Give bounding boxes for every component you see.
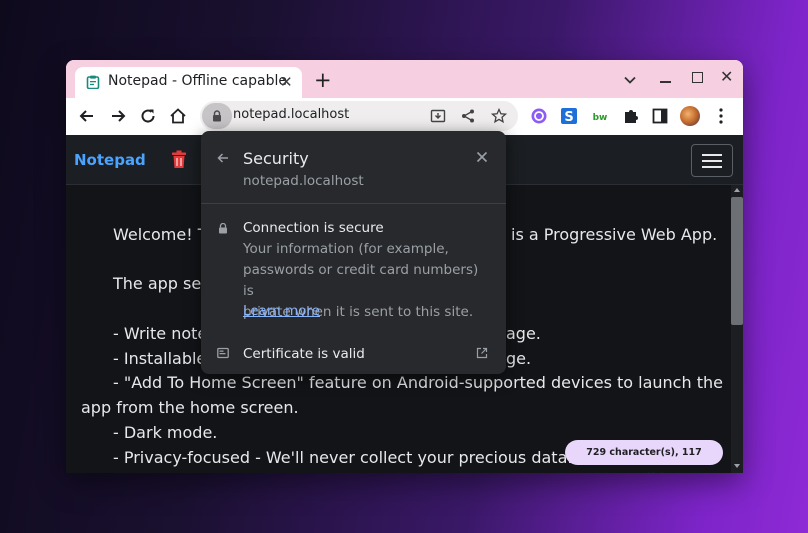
svg-text:bw: bw: [593, 113, 608, 123]
learn-more-link[interactable]: Learn more: [243, 303, 320, 319]
description-line: passwords or credit card numbers) is: [243, 262, 479, 299]
editor-line: - Dark mode.: [113, 423, 218, 442]
share-icon[interactable]: [460, 108, 476, 124]
scroll-down-icon[interactable]: [734, 464, 740, 468]
reload-icon[interactable]: [139, 107, 157, 125]
maximize-icon[interactable]: [692, 72, 703, 83]
close-icon[interactable]: [476, 151, 488, 163]
character-word-counter: 729 character(s), 117 word(s): [565, 440, 723, 473]
back-arrow-icon[interactable]: [217, 152, 229, 164]
hamburger-bar: [702, 154, 722, 156]
editor-line: - Installable: [113, 349, 207, 368]
editor-line: - Write note: [113, 324, 208, 343]
browser-toolbar: notepad.localhost S bw: [66, 98, 743, 135]
tab-notepad[interactable]: Notepad - Offline capable ✕: [75, 67, 302, 98]
lock-icon: [213, 110, 221, 122]
clipboard-icon: [86, 75, 100, 89]
editor-line: Welcome! T: [113, 225, 208, 244]
tab-close-icon[interactable]: ✕: [280, 74, 293, 90]
connection-heading: Connection is secure: [243, 220, 384, 236]
site-info-button[interactable]: [202, 103, 232, 129]
window-close-icon[interactable]: ✕: [720, 68, 733, 86]
extension-circle-icon[interactable]: [530, 107, 548, 125]
editor-line: is a Progressive Web App.: [511, 225, 718, 244]
extension-bw-icon[interactable]: bw: [591, 107, 609, 125]
app-brand[interactable]: Notepad: [74, 151, 146, 169]
more-menu-icon[interactable]: [719, 107, 723, 125]
certificate-icon: [217, 347, 229, 359]
new-tab-icon[interactable]: +: [314, 70, 332, 91]
editor-line: - Privacy-focused - We'll never collect …: [113, 448, 573, 467]
hamburger-bar: [702, 160, 722, 162]
editor-line: The app ser: [113, 274, 208, 293]
menu-toggle-button[interactable]: [691, 144, 733, 177]
lock-icon: [219, 223, 227, 234]
editor-line: - "Add To Home Screen" feature on Androi…: [113, 373, 723, 392]
bookmark-star-icon[interactable]: [491, 108, 507, 124]
tab-strip: Notepad - Offline capable ✕ + ✕: [66, 60, 743, 98]
popup-domain: notepad.localhost: [243, 173, 364, 189]
minimize-icon[interactable]: [660, 81, 671, 83]
address-bar[interactable]: notepad.localhost: [200, 101, 518, 131]
external-link-icon[interactable]: [476, 347, 488, 359]
security-popup: Security notepad.localhost Connection is…: [201, 131, 506, 374]
profile-avatar[interactable]: [680, 106, 700, 126]
divider: [201, 203, 506, 204]
puzzle-extensions-icon[interactable]: [622, 107, 640, 125]
editor-line: age.: [506, 324, 541, 343]
install-app-icon[interactable]: [430, 108, 446, 124]
url-text[interactable]: notepad.localhost: [233, 107, 349, 122]
forward-arrow-icon[interactable]: [109, 107, 127, 125]
hamburger-bar: [702, 166, 722, 168]
home-icon[interactable]: [169, 107, 187, 125]
chevron-down-icon[interactable]: [623, 73, 637, 87]
back-arrow-icon[interactable]: [78, 107, 96, 125]
scrollbar-thumb[interactable]: [731, 197, 743, 325]
scroll-up-icon[interactable]: [734, 188, 740, 192]
trash-icon[interactable]: [171, 150, 187, 169]
certificate-status[interactable]: Certificate is valid: [243, 346, 365, 362]
popup-title: Security: [243, 149, 309, 168]
tab-title: Notepad - Offline capable: [108, 73, 287, 89]
editor-line: app from the home screen.: [81, 398, 299, 417]
description-line: Your information (for example,: [243, 241, 449, 257]
svg-text:S: S: [564, 110, 573, 125]
side-panel-icon[interactable]: [651, 107, 669, 125]
editor-line: ge.: [506, 349, 532, 368]
extension-s-icon[interactable]: S: [560, 107, 578, 125]
